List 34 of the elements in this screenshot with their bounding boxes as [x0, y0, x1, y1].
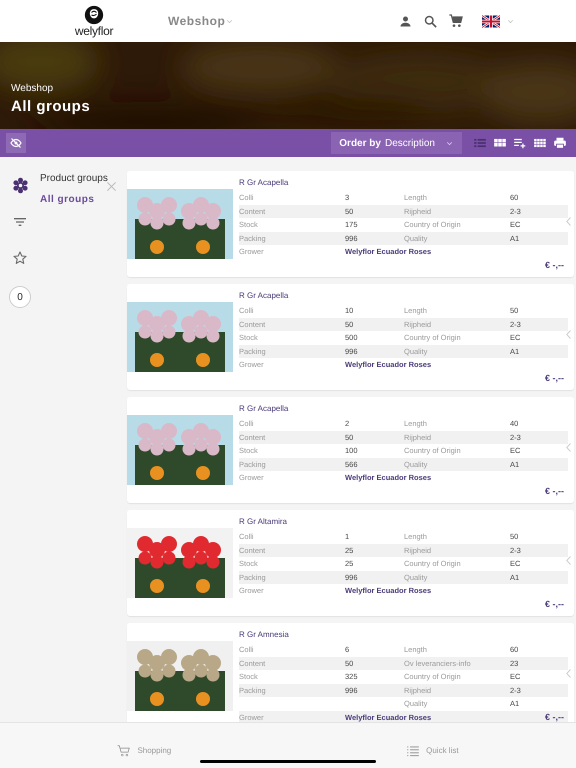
cart-icon[interactable] [448, 13, 464, 29]
webshop-nav-link[interactable]: Webshop [168, 12, 234, 30]
cart-icon [117, 744, 132, 758]
language-selector[interactable] [482, 14, 515, 28]
eye-off-icon [10, 137, 22, 149]
rose-logo-icon [84, 5, 104, 25]
product-name[interactable]: R Gr Acapella [239, 290, 568, 304]
flower-icon[interactable] [12, 177, 28, 194]
group-item[interactable]: All groups [40, 192, 94, 207]
price: € -,-- [545, 710, 564, 722]
product-name[interactable]: R Gr Acapella [239, 403, 568, 417]
account-icon[interactable] [398, 14, 413, 28]
uk-flag-icon [482, 14, 500, 28]
panel-title: Product groups [40, 172, 109, 186]
price: € -,-- [545, 484, 564, 498]
price: € -,-- [545, 258, 564, 272]
order-by-dropdown[interactable]: Order by Description [331, 132, 462, 154]
count-badge[interactable]: 0 [9, 286, 31, 308]
hide-button[interactable] [6, 133, 26, 153]
price: € -,-- [545, 372, 564, 384]
star-icon[interactable] [12, 250, 28, 266]
playlist-add-icon [513, 136, 527, 150]
search-icon[interactable] [423, 14, 438, 28]
breadcrumb: Webshop [11, 82, 54, 96]
product-name[interactable]: R Gr Acapella [239, 177, 568, 191]
small-grid-view-icon [533, 136, 547, 150]
list-view-icon [473, 136, 487, 150]
price: € -,-- [545, 598, 564, 610]
product-name[interactable]: R Gr Amnesia [239, 629, 568, 643]
print-icon [553, 136, 567, 150]
list-icon [406, 744, 420, 758]
product-name[interactable]: R Gr Altamira [239, 516, 568, 530]
page-title: All groups [11, 96, 90, 116]
logo-text: welyflor [74, 25, 114, 37]
